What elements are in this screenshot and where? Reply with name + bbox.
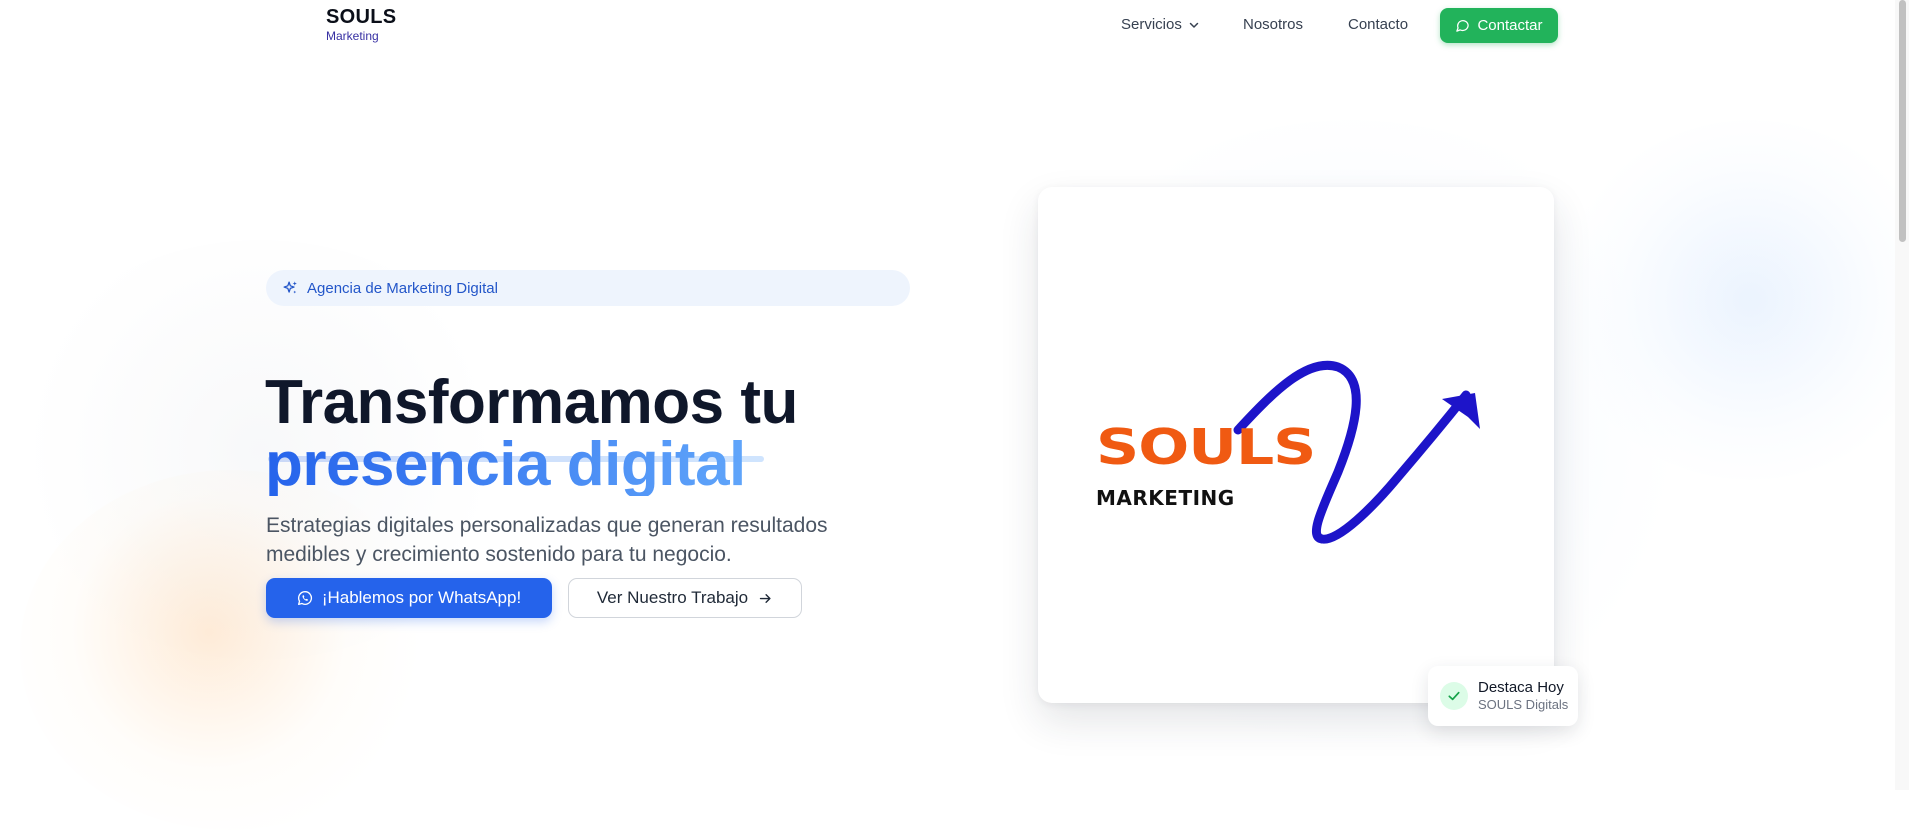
- nav-item-label: Servicios: [1121, 16, 1182, 33]
- highlight-badge-title: Destaca Hoy: [1478, 679, 1564, 696]
- hero-title-line1: Transformamos tu: [265, 367, 798, 437]
- whatsapp-button[interactable]: ¡Hablemos por WhatsApp!: [266, 578, 552, 618]
- hero-title: Transformamos tu presencia digital: [265, 367, 798, 499]
- chevron-down-icon: [1189, 22, 1199, 28]
- logo-subtitle: MARKETING: [1096, 486, 1235, 510]
- logo-wordmark: SOULS: [1096, 418, 1316, 477]
- arrow-right-icon: [759, 593, 771, 603]
- scrollbar-thumb[interactable]: [1899, 0, 1906, 242]
- brand-tagline: Marketing: [326, 29, 379, 43]
- highlight-badge-subtitle: SOULS Digitals: [1478, 697, 1569, 712]
- agency-badge: Agencia de Marketing Digital: [266, 270, 910, 306]
- message-circle-icon: [1456, 20, 1470, 32]
- whatsapp-button-label: ¡Hablemos por WhatsApp!: [321, 588, 522, 607]
- hero-title-highlight: presencia digital: [265, 429, 746, 499]
- contactar-button[interactable]: Contactar: [1440, 8, 1558, 43]
- whatsapp-icon: [297, 590, 312, 605]
- brand-name: SOULS: [326, 6, 397, 28]
- nav-item-servicios[interactable]: Servicios: [1121, 16, 1200, 34]
- contactar-label: Contactar: [1477, 17, 1543, 34]
- page-scrollbar[interactable]: [1895, 0, 1909, 790]
- highlight-badge: Destaca Hoy SOULS Digitals: [1428, 666, 1578, 726]
- highlight-badge-text: Destaca Hoy SOULS Digitals: [1478, 679, 1568, 713]
- ver-trabajo-label: Ver Nuestro Trabajo: [596, 588, 749, 607]
- agency-badge-label: Agencia de Marketing Digital: [307, 279, 498, 297]
- nav-item-contacto[interactable]: Contacto: [1348, 16, 1408, 34]
- check-icon: [1440, 682, 1468, 710]
- title-highlight-underline: [268, 456, 764, 462]
- brand-logo[interactable]: SOULS Marketing: [326, 6, 396, 43]
- top-navigation: SOULS Marketing Servicios Nosotros Conta…: [0, 0, 1890, 50]
- ver-trabajo-button[interactable]: Ver Nuestro Trabajo: [568, 578, 802, 618]
- brand-logo-card: SOULS MARKETING: [1038, 187, 1554, 703]
- sparkles-icon: [283, 280, 297, 293]
- nav-item-nosotros[interactable]: Nosotros: [1243, 16, 1303, 34]
- hero-description: Estrategias digitales personalizadas que…: [266, 514, 828, 566]
